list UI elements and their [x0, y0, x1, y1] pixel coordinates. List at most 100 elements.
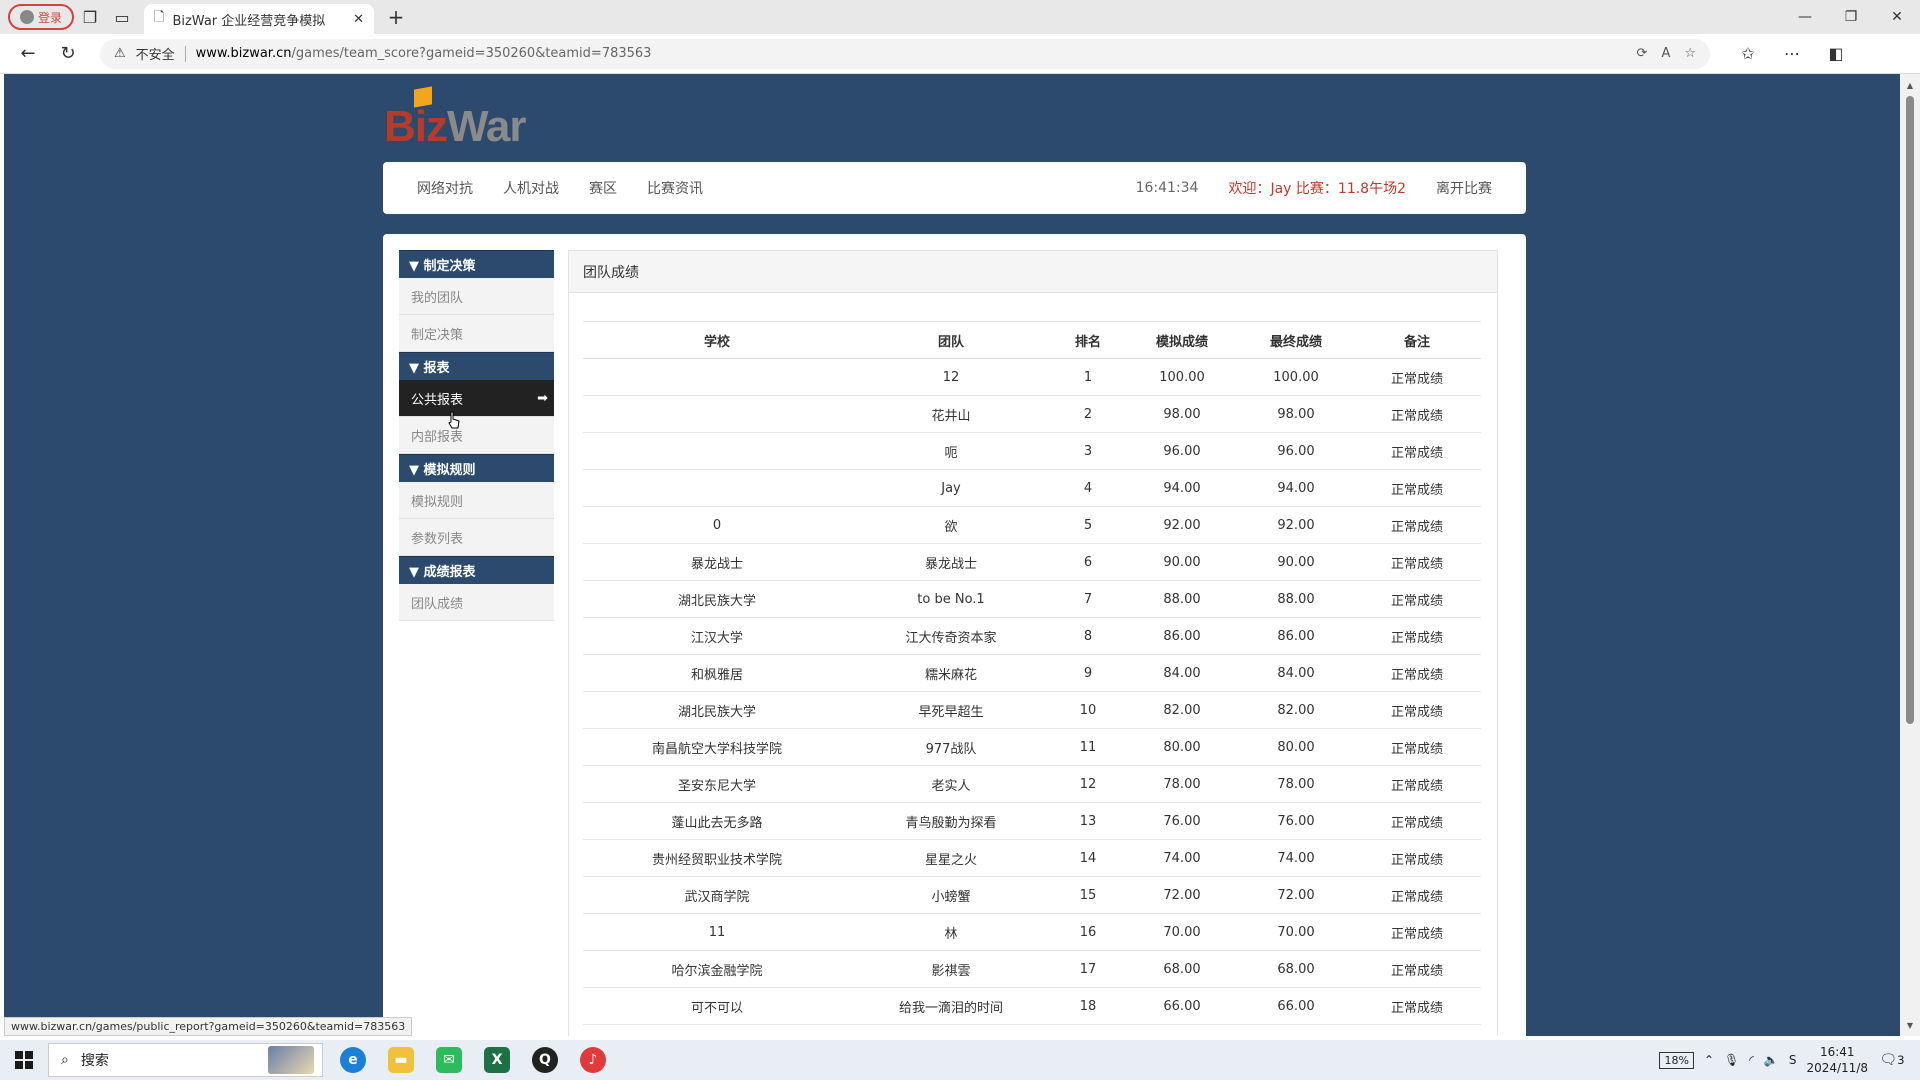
sidebar-section-scores[interactable]: ▼ 成绩报表	[399, 556, 554, 584]
collections-icon[interactable]: ❐	[74, 1, 106, 33]
cell-rank: 16	[1051, 913, 1125, 951]
sidebar-item-internal-report[interactable]: 内部报表	[399, 417, 554, 454]
sidebar-item-sim-rules[interactable]: 模拟规则	[399, 482, 554, 519]
volume-icon[interactable]: 🔈	[1764, 1053, 1779, 1067]
taskbar-search[interactable]: ⌕ 搜索	[48, 1043, 323, 1077]
tab-actions-icon[interactable]: ▭	[106, 1, 138, 33]
url-field[interactable]: ⚠ 不安全 www.bizwar.cn/games/team_score?gam…	[100, 38, 1710, 69]
cell-school: 可不可以	[583, 987, 851, 1025]
nav-link-news[interactable]: 比赛资讯	[647, 178, 703, 198]
wifi-icon[interactable]: ◜	[1749, 1053, 1754, 1067]
browser-tab-bar: 登录 ❐ ▭ 🗋 BizWar 企业经营竞争模拟 ✕ + — ❐ ✕	[0, 0, 1920, 34]
cell-team: 江大传奇资本家	[851, 617, 1051, 655]
back-icon[interactable]: ←	[8, 36, 48, 72]
notification-count: 3	[1897, 1053, 1905, 1067]
cell-team: 花井山	[851, 395, 1051, 433]
cell-final-score: 82.00	[1239, 691, 1353, 729]
cell-remark: 正常成绩	[1353, 506, 1481, 544]
refresh-icon[interactable]: ↻	[48, 36, 88, 72]
favorite-star-icon[interactable]: ☆	[1684, 46, 1696, 61]
status-bar-url: www.bizwar.cn/games/public_report?gameid…	[4, 1017, 413, 1036]
cell-team: 早死早超生	[851, 691, 1051, 729]
sidebar-item-my-team[interactable]: 我的团队	[399, 278, 554, 315]
start-button[interactable]	[0, 1040, 48, 1080]
page-icon: 🗋	[154, 10, 165, 25]
more-menu-icon[interactable]: ⋯	[1774, 38, 1810, 70]
tab-title: BizWar 企业经营竞争模拟	[172, 13, 326, 29]
battery-indicator[interactable]: 18%	[1659, 1051, 1694, 1069]
table-row: 哈尔滨金融学院 影祺雲 17 68.00 68.00 正常成绩	[583, 950, 1481, 988]
taskbar-app-netease-music[interactable]: ♪	[569, 1040, 617, 1080]
new-tab-button[interactable]: +	[380, 1, 412, 33]
bizwar-logo[interactable]: BizWar	[384, 86, 534, 151]
cell-team: 林	[851, 913, 1051, 951]
cell-school: 湖北民族大学	[583, 691, 851, 729]
scroll-up-icon[interactable]: ▲	[1900, 76, 1920, 94]
taskbar-app-qq[interactable]: Q	[521, 1040, 569, 1080]
translate-icon[interactable]: ⟳	[1637, 46, 1648, 61]
sidebar-item-make-decision[interactable]: 制定决策	[399, 315, 554, 352]
cell-team: 给我一滴泪的时间	[851, 987, 1051, 1025]
cell-final-score: 84.00	[1239, 654, 1353, 692]
cell-team: 青鸟殷勤为探看	[851, 802, 1051, 840]
nav-link-division[interactable]: 赛区	[589, 178, 617, 198]
url-path: /games/team_score?gameid=350260&teamid=7…	[291, 46, 652, 61]
team-score-panel: 团队成绩 学校 团队 排名 模拟成绩 最终成绩 备注 12 1 100.00 100.…	[568, 250, 1498, 1036]
taskbar-app-edge[interactable]: e	[329, 1040, 377, 1080]
scroll-down-icon[interactable]: ▼	[1900, 1016, 1920, 1034]
close-tab-icon[interactable]: ✕	[353, 12, 364, 27]
windows-logo-icon	[15, 1051, 33, 1069]
taskbar-app-excel[interactable]: X	[473, 1040, 521, 1080]
cell-rank: 12	[1051, 765, 1125, 803]
read-aloud-icon[interactable]: A	[1661, 46, 1670, 61]
favorites-icon[interactable]: ✩	[1730, 38, 1766, 70]
cell-sim-score: 78.00	[1125, 765, 1239, 803]
taskbar-clock[interactable]: 16:41 2024/11/8	[1806, 1044, 1868, 1076]
nav-link-online-battle[interactable]: 网络对抗	[417, 178, 473, 198]
column-header-remark: 备注	[1353, 321, 1481, 359]
minimize-icon[interactable]: —	[1782, 0, 1828, 34]
cell-final-score: 66.00	[1239, 987, 1353, 1025]
table-row: 呃 3 96.00 96.00 正常成绩	[583, 432, 1481, 470]
taskbar-app-explorer[interactable]: ▬	[377, 1040, 425, 1080]
cell-team: 12	[851, 358, 1051, 396]
sidebar-item-public-report[interactable]: 公共报表 ➡	[399, 380, 554, 417]
cell-remark: 正常成绩	[1353, 876, 1481, 914]
table-row: 暴龙战士 暴龙战士 6 90.00 90.00 正常成绩	[583, 543, 1481, 581]
cell-school: 南昌航空大学科技学院	[583, 728, 851, 766]
warning-icon: ⚠	[114, 46, 126, 61]
cell-final-score: 90.00	[1239, 543, 1353, 581]
restore-icon[interactable]: ❐	[1828, 0, 1874, 34]
sidebar-section-rules[interactable]: ▼ 模拟规则	[399, 454, 554, 482]
sidebar-item-team-score[interactable]: 团队成绩	[399, 584, 554, 621]
cell-school: 贵州经贸职业技术学院	[583, 839, 851, 877]
column-header-school: 学校	[583, 321, 851, 359]
scrollbar-thumb[interactable]	[1906, 96, 1914, 724]
cell-sim-score: 84.00	[1125, 654, 1239, 692]
page-background: BizWar 网络对抗 人机对战 赛区 比赛资讯 16:41:34 欢迎：Jay…	[4, 74, 1900, 1036]
sidebar-section-decision[interactable]: ▼ 制定决策	[399, 250, 554, 278]
edge-icon: e	[340, 1047, 366, 1073]
taskbar-app-wechat[interactable]: ✉	[425, 1040, 473, 1080]
leave-game-link[interactable]: 离开比赛	[1436, 178, 1492, 198]
sidebar-item-parameters[interactable]: 参数列表	[399, 519, 554, 556]
cell-sim-score: 94.00	[1125, 469, 1239, 507]
page-scrollbar[interactable]: ▲ ▼	[1900, 74, 1920, 1036]
chevron-up-icon[interactable]: ⌃	[1704, 1053, 1714, 1067]
cell-sim-score: 92.00	[1125, 506, 1239, 544]
taskbar-time: 16:41	[1819, 1045, 1855, 1059]
nav-link-vs-computer[interactable]: 人机对战	[503, 178, 559, 198]
cell-school: 武汉商学院	[583, 876, 851, 914]
cell-team: 呃	[851, 432, 1051, 470]
microphone-icon[interactable]: 🎙	[1724, 1053, 1739, 1067]
sidebar-section-reports[interactable]: ▼ 报表	[399, 352, 554, 380]
close-window-icon[interactable]: ✕	[1874, 0, 1920, 34]
notification-icon[interactable]: 🗨 3	[1878, 1046, 1906, 1074]
cell-team: to be No.1	[851, 580, 1051, 618]
profile-button[interactable]: 登录	[8, 4, 74, 30]
sidebar-toggle-icon[interactable]: ◧	[1818, 38, 1854, 70]
cell-school: 圣安东尼大学	[583, 765, 851, 803]
browser-tab-active[interactable]: 🗋 BizWar 企业经营竞争模拟 ✕	[144, 4, 374, 34]
score-table-body: 12 1 100.00 100.00 正常成绩 花井山 2 98.00 98.00 正常成绩呃 3 9…	[583, 358, 1481, 1025]
ime-icon[interactable]: S	[1789, 1053, 1797, 1067]
